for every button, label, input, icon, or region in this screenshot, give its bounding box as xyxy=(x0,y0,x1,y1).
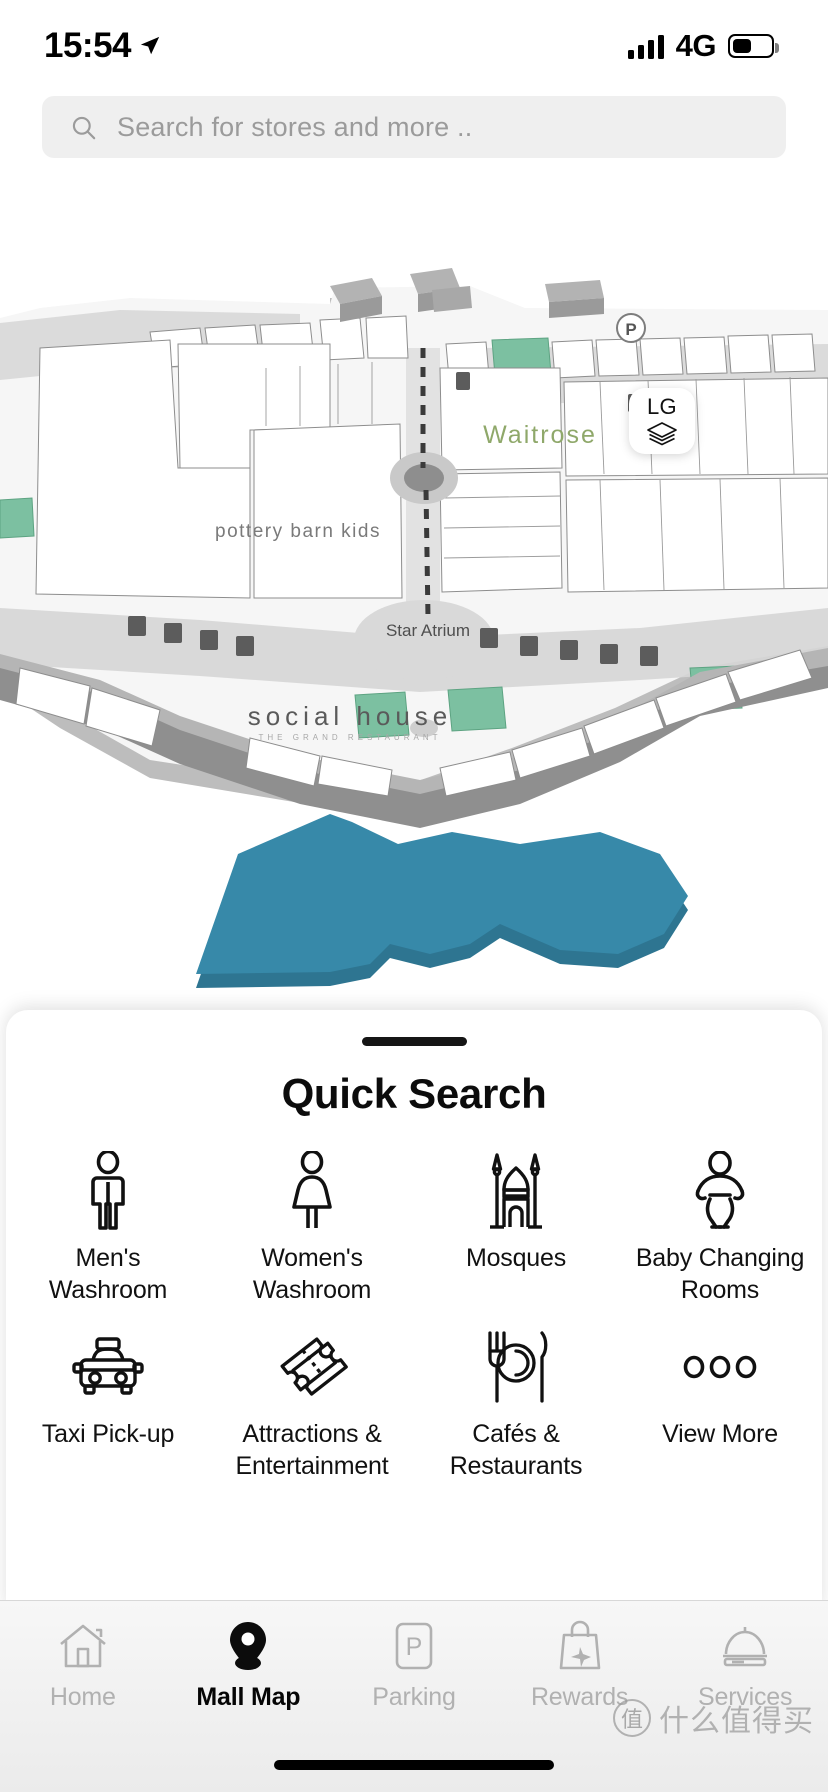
quick-search-grid: Men's Washroom Women's Washroom Mosques … xyxy=(6,1148,822,1482)
watermark-text: 什么值得买 xyxy=(659,1704,814,1739)
sheet-drag-handle[interactable] xyxy=(361,1037,467,1046)
tickets-icon xyxy=(275,1324,349,1410)
home-icon xyxy=(58,1615,108,1677)
service-bell-icon xyxy=(720,1615,770,1677)
map-label-waitrose: Waitrose xyxy=(483,421,597,449)
quick-search-label: Cafés & Restaurants xyxy=(449,1420,583,1480)
battery-icon xyxy=(728,34,779,58)
map-water-feature xyxy=(196,814,688,988)
floor-selector-label: LG xyxy=(647,394,677,419)
search-bar-container[interactable]: Search for stores and more .. xyxy=(42,96,786,158)
tab-parking[interactable]: P Parking xyxy=(331,1615,497,1731)
quick-search-item-view-more[interactable]: View More xyxy=(618,1324,822,1482)
map-label-pottery-barn-kids: pottery barn kids xyxy=(215,521,381,542)
quick-search-item-taxi-pickup[interactable]: Taxi Pick-up xyxy=(6,1324,210,1482)
network-type-label: 4G xyxy=(675,28,717,63)
tab-label: Parking xyxy=(372,1683,456,1711)
quick-search-label: Taxi Pick-up xyxy=(41,1420,175,1448)
search-input[interactable]: Search for stores and more .. xyxy=(42,96,786,158)
quick-search-sheet[interactable]: Quick Search Men's Washroom Women's Wash… xyxy=(6,1010,822,1610)
svg-text:P: P xyxy=(625,320,636,339)
status-bar-right: 4G xyxy=(627,28,779,64)
quick-search-label: Baby Changing Rooms xyxy=(635,1244,805,1304)
status-time: 15:54 xyxy=(44,26,132,65)
quick-search-item-attractions[interactable]: Attractions & Entertainment xyxy=(210,1324,414,1482)
map-label-social-house: social house xyxy=(248,701,453,731)
map-label-social-house-sub: THE GRAND RESTAURANT xyxy=(259,733,442,742)
tab-label: Mall Map xyxy=(196,1683,301,1711)
tab-home[interactable]: Home xyxy=(0,1615,166,1731)
status-bar: 15:54 4G xyxy=(0,0,828,92)
map-pin-icon xyxy=(226,1615,270,1677)
mall-map-canvas[interactable]: P Waitrose pottery barn kids Star Atrium… xyxy=(0,168,828,1018)
mall-map-3d[interactable]: P Waitrose pottery barn kids Star Atrium… xyxy=(0,168,828,1018)
quick-search-item-mosques[interactable]: Mosques xyxy=(414,1148,618,1306)
baby-changing-icon xyxy=(686,1148,754,1234)
quick-search-item-womens-washroom[interactable]: Women's Washroom xyxy=(210,1148,414,1306)
app-screen: 15:54 4G Search for stores and more .. P… xyxy=(0,0,828,1792)
watermark-badge: 值 xyxy=(613,1699,651,1737)
quick-search-title: Quick Search xyxy=(281,1070,547,1117)
search-placeholder: Search for stores and more .. xyxy=(117,111,473,142)
cutlery-icon xyxy=(480,1324,552,1410)
map-parking-marker[interactable]: P xyxy=(616,313,646,343)
womens-washroom-icon xyxy=(281,1148,343,1234)
mens-washroom-icon xyxy=(77,1148,139,1234)
tab-label: Home xyxy=(49,1683,116,1711)
tab-mall-map[interactable]: Mall Map xyxy=(166,1615,332,1731)
search-icon xyxy=(72,116,96,139)
map-label-star-atrium: Star Atrium xyxy=(386,621,470,640)
floor-selector-button[interactable]: LG xyxy=(629,388,695,454)
taxi-icon xyxy=(71,1324,145,1410)
home-indicator[interactable] xyxy=(274,1760,554,1770)
rewards-bag-icon xyxy=(557,1615,603,1677)
status-bar-left: 15:54 xyxy=(44,26,161,66)
quick-search-item-mens-washroom[interactable]: Men's Washroom xyxy=(6,1148,210,1306)
svg-text:P: P xyxy=(406,1633,423,1661)
quick-search-label: Attractions & Entertainment xyxy=(235,1420,389,1480)
quick-search-item-cafes-restaurants[interactable]: Cafés & Restaurants xyxy=(414,1324,618,1482)
mosque-icon xyxy=(477,1148,555,1234)
location-arrow-icon xyxy=(140,36,160,55)
quick-search-item-baby-changing[interactable]: Baby Changing Rooms xyxy=(618,1148,822,1306)
three-dots-icon xyxy=(681,1324,759,1410)
quick-search-label: Mosques xyxy=(465,1244,567,1272)
signal-bars-icon xyxy=(627,33,664,59)
quick-search-label: Women's Washroom xyxy=(252,1244,372,1304)
quick-search-label: Men's Washroom xyxy=(48,1244,168,1304)
watermark: 值 什么值得买 xyxy=(613,1696,814,1740)
parking-icon: P xyxy=(393,1615,435,1677)
quick-search-label: View More xyxy=(662,1420,778,1448)
bottom-tab-bar: Home Mall Map P Parking Rewards Services… xyxy=(0,1600,828,1792)
layers-icon xyxy=(647,422,677,446)
